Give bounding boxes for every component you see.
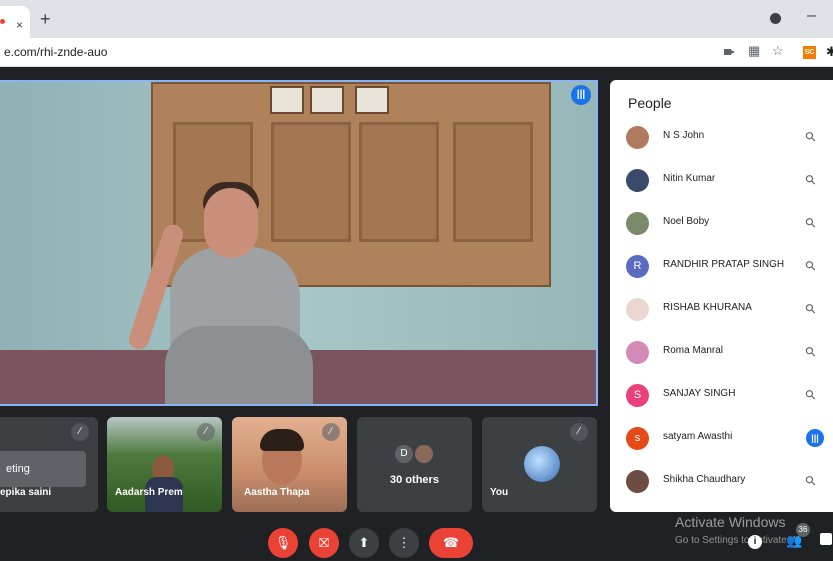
others-avatar-photo [415, 445, 433, 463]
hang-up-icon: ☎ [442, 535, 460, 550]
participant-row[interactable]: Roma Manral ⚲ [610, 331, 833, 374]
avatar [626, 470, 649, 493]
avatar [626, 298, 649, 321]
info-icon[interactable]: i [748, 535, 762, 549]
extensions-puzzle-icon[interactable]: ✱ [826, 44, 833, 60]
mic-off-icon[interactable]: ⚲ [802, 386, 820, 404]
mic-off-icon[interactable]: ⚲ [802, 171, 820, 189]
close-tab-button[interactable]: × [16, 18, 23, 32]
browser-tab[interactable]: × [0, 6, 30, 38]
leave-call-button[interactable]: ☎ [429, 528, 473, 558]
participant-name: You [490, 487, 509, 498]
participant-name: Roma Manral [663, 345, 724, 356]
mic-off-icon: ⁄ [197, 423, 215, 441]
avatar [626, 169, 649, 192]
more-vert-icon: ⋮ [397, 535, 411, 550]
activate-windows-title: Activate Windows [675, 514, 786, 530]
participant-name: Aadarsh Prem [115, 487, 183, 498]
mic-off-icon[interactable]: ⚲ [802, 214, 820, 232]
panel-title: People [628, 95, 672, 111]
participant-row[interactable]: S SANJAY SINGH ⚲ [610, 374, 833, 417]
present-button[interactable]: ⬆ [349, 528, 379, 558]
participant-name: RISHAB KHURANA [663, 302, 752, 313]
main-speaker-video[interactable] [0, 80, 598, 406]
camera-off-icon: ⛝ [319, 535, 329, 550]
tooltip-text: eting [6, 463, 30, 475]
others-tile[interactable]: D 30 others [357, 417, 472, 512]
others-count: 30 others [390, 474, 439, 486]
more-options-button[interactable]: ⋮ [389, 528, 419, 558]
url-field[interactable]: e.com/rhi-znde-auo [4, 45, 107, 59]
browser-tab-bar: × + – [0, 0, 833, 38]
mic-off-icon[interactable]: ⚲ [802, 343, 820, 361]
mic-off-icon[interactable]: ⚲ [802, 472, 820, 490]
audio-level-icon: ||| [806, 429, 824, 447]
participant-row[interactable]: Shikha Chaudhary ⚲ [610, 460, 833, 503]
participant-name: epika saini [0, 487, 52, 498]
mic-toggle-button[interactable]: 🎙 [268, 528, 298, 558]
avatar: R [626, 255, 649, 278]
people-icon[interactable]: 👥 [786, 533, 802, 549]
participant-name: satyam Awasthi [663, 431, 733, 442]
bookmark-star-icon[interactable]: ☆ [772, 43, 784, 59]
minimize-button[interactable]: – [807, 7, 816, 25]
people-panel: People N S John ⚲ Nitin Kumar ⚲ Noel Bob… [610, 80, 833, 512]
extension-sc-icon[interactable]: SC [803, 46, 816, 59]
others-avatar-initial: D [395, 445, 413, 463]
participant-name: RANDHIR PRATAP SINGH [663, 259, 785, 270]
participant-row[interactable]: RISHAB KHURANA ⚲ [610, 288, 833, 331]
activate-windows-subtitle: Go to Settings to activate Wi [675, 535, 802, 546]
avatar [626, 126, 649, 149]
self-tile[interactable]: ⁄ You [482, 417, 597, 512]
participant-row[interactable]: R RANDHIR PRATAP SINGH ⚲ [610, 245, 833, 288]
tooltip: eting [0, 451, 86, 487]
participant-row[interactable]: Noel Boby ⚲ [610, 202, 833, 245]
present-screen-icon: ⬆ [358, 535, 370, 550]
address-bar: e.com/rhi-znde-auo ▦ ☆ SC ✱ [0, 38, 833, 67]
chat-icon[interactable] [820, 533, 832, 545]
participant-row[interactable]: s satyam Awasthi ||| [610, 417, 833, 460]
avatar [524, 446, 560, 482]
mic-off-icon[interactable]: ⚲ [802, 128, 820, 146]
avatar [626, 341, 649, 364]
participant-name: SANJAY SINGH [663, 388, 736, 399]
participant-name: Aastha Thapa [244, 487, 310, 498]
camera-toggle-button[interactable]: ⛝ [309, 528, 339, 558]
mic-off-icon: ⁄ [570, 423, 588, 441]
camera-icon[interactable] [724, 49, 735, 55]
participant-row[interactable]: N S John ⚲ [610, 116, 833, 159]
participant-row[interactable]: Nitin Kumar ⚲ [610, 159, 833, 202]
participant-name: Noel Boby [663, 216, 710, 227]
participant-name: Nitin Kumar [663, 173, 716, 184]
participant-tile[interactable]: ⁄ Aadarsh Prem [107, 417, 222, 512]
mic-off-icon[interactable]: ⚲ [802, 257, 820, 275]
mic-off-icon: ⁄ [322, 423, 340, 441]
recording-dot-icon [0, 19, 5, 24]
avatar [626, 212, 649, 235]
participant-name: N S John [663, 130, 705, 141]
avatar: s [626, 427, 649, 450]
avatar: S [626, 384, 649, 407]
participant-tile[interactable]: ⁄ Aastha Thapa [232, 417, 347, 512]
new-tab-button[interactable]: + [40, 9, 51, 30]
mic-off-icon: ⁄ [71, 423, 89, 441]
mic-off-icon[interactable]: ⚲ [802, 300, 820, 318]
participant-name: Shikha Chaudhary [663, 474, 746, 485]
audio-level-icon: ||| [571, 85, 591, 105]
profile-icon[interactable] [770, 13, 781, 24]
qr-icon[interactable]: ▦ [748, 43, 760, 59]
mic-off-icon: 🎙 [274, 535, 292, 550]
